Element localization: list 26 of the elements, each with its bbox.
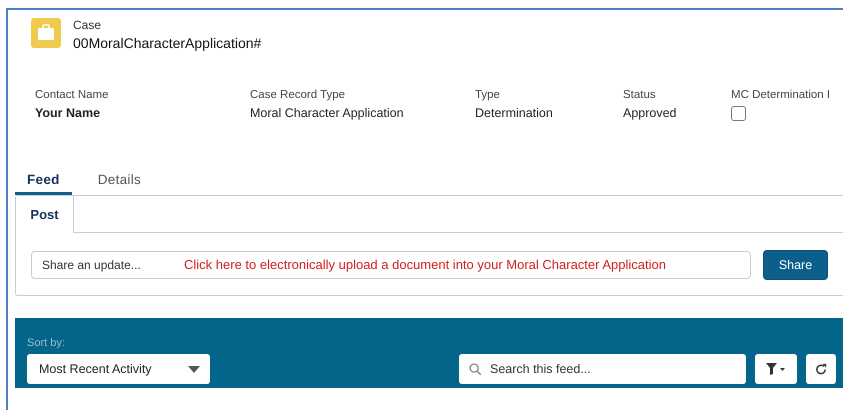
record-title: 00MoralCharacterApplication#	[73, 35, 262, 51]
filter-icon	[766, 363, 786, 375]
share-button[interactable]: Share	[763, 250, 828, 280]
field-value: Moral Character Application	[250, 106, 405, 120]
tab[interactable]: Post	[16, 196, 74, 233]
refresh-button[interactable]	[806, 354, 836, 384]
search-field[interactable]: Search this feed...	[459, 354, 746, 384]
field-value: Approved	[623, 106, 678, 120]
field-label: Status	[623, 89, 657, 101]
field-label: Contact Name	[35, 89, 110, 101]
field-label: Type	[475, 89, 501, 101]
sort-label: Sort by:	[27, 337, 65, 349]
tab[interactable]: Details	[86, 167, 154, 195]
checkbox[interactable]	[731, 106, 746, 121]
refresh-icon	[814, 362, 828, 376]
filter-button[interactable]	[755, 354, 797, 384]
field-value: Determination	[475, 106, 554, 120]
caret-icon	[188, 366, 200, 372]
field-label: Case Record Type	[250, 89, 346, 101]
object-type: Case	[73, 18, 102, 32]
field-label: MC Determination I	[731, 89, 830, 101]
field-value: Your Name	[35, 106, 102, 120]
search-icon	[469, 363, 482, 376]
instruction-text: Click here to electronically upload a document into your Moral Character Application	[184, 257, 666, 272]
briefcase-icon	[31, 18, 61, 48]
sort-dropdown[interactable]: Most Recent Activity	[27, 354, 210, 384]
